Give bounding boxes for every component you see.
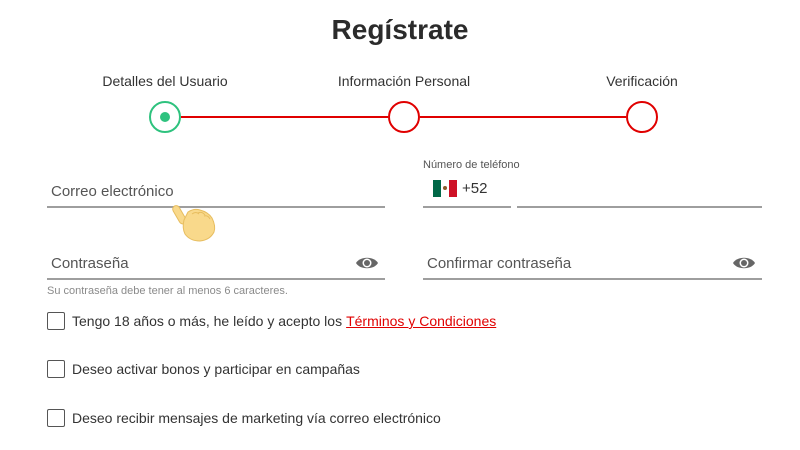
marketing-label: Deseo recibir mensajes de marketing vía …	[72, 410, 441, 426]
terms-checkbox[interactable]	[47, 312, 65, 330]
step-circle-personal-info[interactable]	[388, 101, 420, 133]
step-circle-user-details[interactable]	[149, 101, 181, 133]
phone-input[interactable]	[517, 183, 762, 200]
eye-icon[interactable]	[355, 254, 379, 272]
phone-label: Número de teléfono	[423, 159, 520, 171]
active-step-dot	[160, 112, 170, 122]
password-input[interactable]	[47, 255, 385, 272]
page-title: Regístrate	[331, 14, 469, 45]
bonus-checkbox-row: Deseo activar bonos y participar en camp…	[47, 359, 360, 379]
terms-label: Tengo 18 años o más, he leído y acepto l…	[72, 313, 343, 329]
confirm-password-input[interactable]	[423, 255, 762, 272]
country-code-selector[interactable]: +52	[423, 176, 511, 208]
step-connector-2	[420, 116, 626, 118]
bonus-label: Deseo activar bonos y participar en camp…	[72, 361, 360, 377]
phone-field	[517, 176, 762, 208]
hand-pointer-icon	[172, 205, 216, 242]
step-label-verification: Verificación	[606, 73, 678, 89]
dial-code: +52	[462, 180, 488, 197]
terms-checkbox-row: Tengo 18 años o más, he leído y acepto l…	[47, 311, 496, 331]
step-circle-verification[interactable]	[626, 101, 658, 133]
bonus-checkbox[interactable]	[47, 360, 65, 378]
step-connector-1	[181, 116, 388, 118]
confirm-password-field	[423, 248, 762, 280]
marketing-checkbox[interactable]	[47, 409, 65, 427]
marketing-checkbox-row: Deseo recibir mensajes de marketing vía …	[47, 408, 441, 428]
password-field	[47, 248, 385, 280]
mexico-flag-icon	[433, 180, 457, 197]
step-label-personal-info: Información Personal	[337, 73, 471, 89]
eye-icon[interactable]	[732, 254, 756, 272]
step-label-user-details: Detalles del Usuario	[102, 73, 228, 89]
password-hint: Su contraseña debe tener al menos 6 cara…	[47, 285, 288, 297]
terms-link[interactable]: Términos y Condiciones	[346, 313, 496, 329]
